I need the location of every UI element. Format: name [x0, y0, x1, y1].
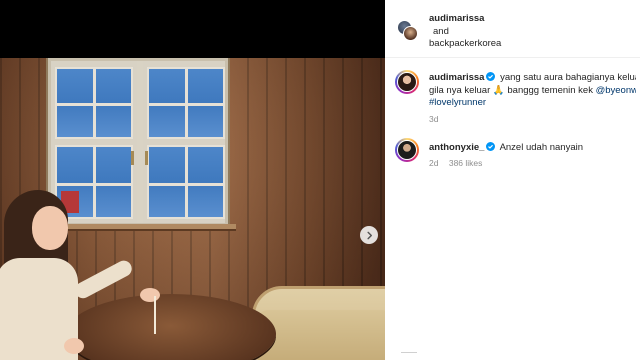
chevron-right-icon	[366, 231, 372, 239]
caption-timestamp[interactable]: 3d	[429, 114, 438, 124]
caption-username-link[interactable]: audimarissa	[429, 72, 484, 83]
and-text: and	[433, 26, 449, 37]
collab-avatars[interactable]	[397, 20, 423, 42]
post-header: audimarissa and backpackerkorea	[385, 0, 640, 58]
pray-emoji: 🙏	[492, 85, 505, 96]
owner-username-link[interactable]: audimarissa	[429, 13, 484, 24]
caption-text-line2: gila nya keluar	[429, 85, 491, 96]
window-sill	[40, 224, 236, 231]
carousel-next-button[interactable]	[360, 226, 378, 244]
divider	[401, 352, 417, 360]
comment-text: Anzel udah nanyain	[499, 142, 584, 153]
verified-badge-icon	[486, 72, 496, 81]
collaborator-username-link[interactable]: backpackerkorea	[429, 38, 501, 49]
avatar	[403, 26, 418, 41]
caption-text-line2-more: banggg temenin kek	[507, 85, 593, 96]
post-photo	[0, 58, 385, 360]
post-side-panel: audimarissa and backpackerkorea audimari…	[385, 0, 640, 360]
hashtag-link[interactable]: #lovelyrunner	[429, 97, 486, 108]
caption-avatar[interactable]	[395, 70, 419, 94]
window	[48, 58, 228, 226]
comment-avatar[interactable]	[395, 138, 419, 162]
comment-timestamp[interactable]: 2d	[429, 158, 438, 168]
mention-link[interactable]: @byeonw	[596, 85, 636, 96]
verified-badge-icon	[486, 142, 496, 151]
post-media	[0, 0, 385, 360]
comment-username-link[interactable]: anthonyxie_	[429, 142, 484, 153]
comment-likes[interactable]: 386 likes	[449, 158, 483, 168]
caption-text-line1: yang satu aura bahagianya keluar	[500, 72, 636, 83]
